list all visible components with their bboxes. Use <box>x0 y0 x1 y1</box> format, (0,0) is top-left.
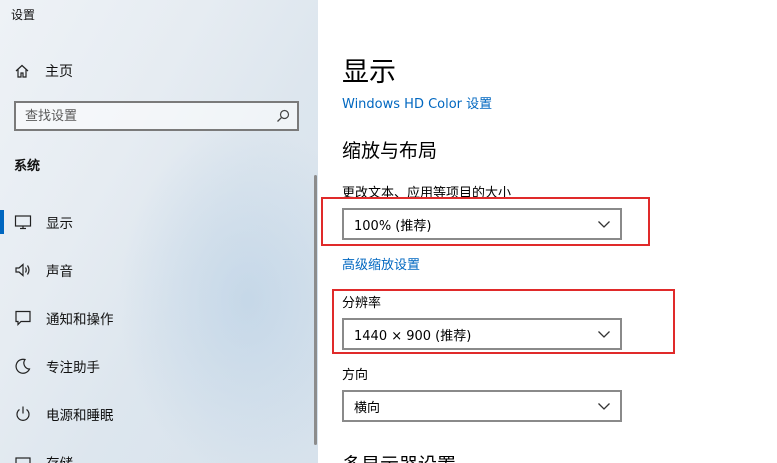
resolution-dropdown[interactable]: 1440 × 900 (推荐) <box>342 318 622 350</box>
window-title: 设置 <box>11 8 36 22</box>
chevron-down-icon <box>598 331 610 338</box>
multi-display-heading: 多显示器设置 <box>342 450 456 463</box>
sidebar-item-label: 显示 <box>46 216 73 232</box>
orientation-label: 方向 <box>342 368 369 383</box>
sidebar-item-label: 专注助手 <box>46 360 100 376</box>
sidebar-item-display[interactable]: 显示 <box>0 198 318 246</box>
scale-label: 更改文本、应用等项目的大小 <box>342 186 512 201</box>
page-title: 显示 <box>342 57 396 88</box>
scale-value: 100% (推荐) <box>354 218 432 234</box>
sidebar: 设置 主页 系统 <box>0 0 318 463</box>
sidebar-item-storage[interactable]: 存储 <box>0 438 318 463</box>
home-label: 主页 <box>45 64 73 80</box>
sidebar-item-label: 通知和操作 <box>46 312 114 328</box>
search-icon[interactable] <box>276 109 290 123</box>
sidebar-item-label: 电源和睡眠 <box>46 408 114 424</box>
moon-icon <box>15 358 31 374</box>
sidebar-item-notifications[interactable]: 通知和操作 <box>0 294 318 342</box>
monitor-icon <box>14 215 32 230</box>
sidebar-scrollbar[interactable] <box>314 175 317 445</box>
search-box[interactable] <box>14 101 299 131</box>
advanced-scaling-link[interactable]: 高级缩放设置 <box>342 254 420 273</box>
chevron-down-icon <box>598 403 610 410</box>
sidebar-item-power-sleep[interactable]: 电源和睡眠 <box>0 390 318 438</box>
chevron-down-icon <box>598 221 610 228</box>
sidebar-item-label: 声音 <box>46 264 73 280</box>
scale-layout-heading: 缩放与布局 <box>342 140 438 162</box>
home-nav-item[interactable]: 主页 <box>14 58 73 84</box>
power-icon <box>16 406 30 421</box>
sidebar-item-label: 存储 <box>46 452 73 463</box>
search-input[interactable] <box>16 107 267 125</box>
speaker-icon <box>15 263 30 277</box>
orientation-dropdown[interactable]: 横向 <box>342 390 622 422</box>
sidebar-nav: 显示 声音 通知和操作 专注助手 电源和睡眠 <box>0 198 318 463</box>
settings-window: 设置 主页 系统 <box>0 0 777 463</box>
notification-icon <box>15 310 31 326</box>
hd-color-settings-link[interactable]: Windows HD Color 设置 <box>342 93 492 112</box>
orientation-value: 横向 <box>354 400 381 416</box>
sidebar-item-focus-assist[interactable]: 专注助手 <box>0 342 318 390</box>
scale-dropdown[interactable]: 100% (推荐) <box>342 208 622 240</box>
section-heading: 系统 <box>14 159 41 174</box>
resolution-label: 分辨率 <box>342 296 382 311</box>
resolution-value: 1440 × 900 (推荐) <box>354 328 472 344</box>
home-icon <box>15 64 29 78</box>
sidebar-item-sound[interactable]: 声音 <box>0 246 318 294</box>
main-content: 显示 Windows HD Color 设置 缩放与布局 更改文本、应用等项目的… <box>318 0 777 463</box>
storage-icon <box>15 457 31 463</box>
